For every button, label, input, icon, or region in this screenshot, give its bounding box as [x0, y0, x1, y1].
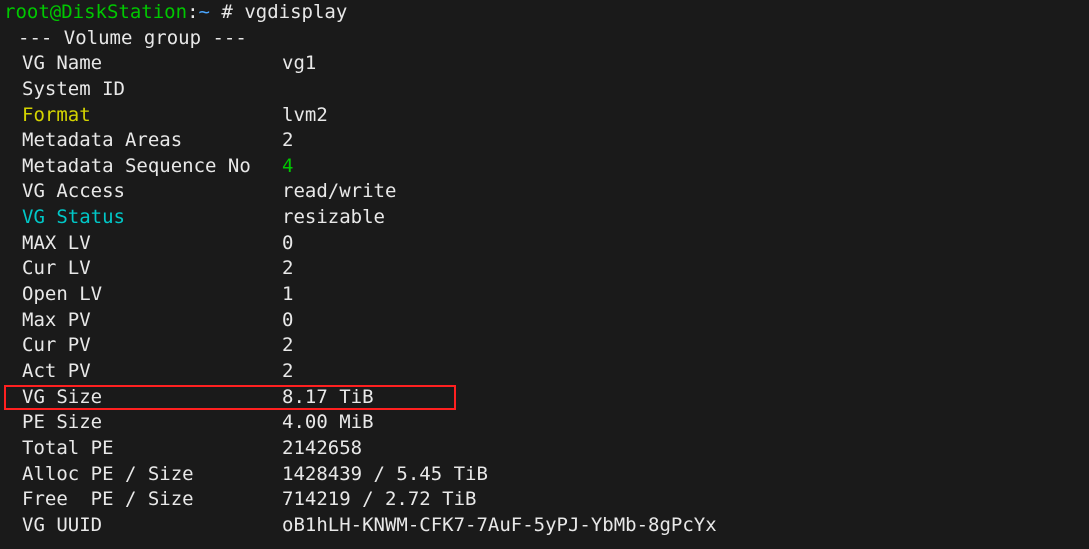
prompt-at: @ [50, 1, 61, 23]
row-value: 8.17 TiB [282, 386, 374, 408]
prompt-hash: # [221, 1, 232, 23]
row-label: Act PV [4, 359, 282, 385]
output-row: VG Statusresizable [0, 205, 1089, 231]
output-row: Max PV0 [0, 308, 1089, 334]
row-label: VG Name [4, 51, 282, 77]
row-label: System ID [4, 77, 282, 103]
row-value: 4.00 MiB [282, 411, 374, 433]
row-value: 0 [282, 232, 293, 254]
row-label: Format [4, 103, 282, 129]
output-row: Open LV1 [0, 282, 1089, 308]
row-value: 714219 / 2.72 TiB [282, 488, 476, 510]
output-row: MAX LV0 [0, 231, 1089, 257]
output-row: System ID [0, 77, 1089, 103]
row-label: Cur PV [4, 333, 282, 359]
output-row: VG Namevg1 [0, 51, 1089, 77]
output-row: Act PV2 [0, 359, 1089, 385]
row-label: Cur LV [4, 256, 282, 282]
row-label: Total PE [4, 436, 282, 462]
row-label: PE Size [4, 410, 282, 436]
row-value: vg1 [282, 52, 316, 74]
row-label: VG Status [4, 205, 282, 231]
output-row: Alloc PE / Size1428439 / 5.45 TiB [0, 462, 1089, 488]
row-label: Metadata Sequence No [4, 154, 282, 180]
prompt-symbol [210, 1, 221, 23]
command-text: vgdisplay [244, 1, 347, 23]
row-value: 1428439 / 5.45 TiB [282, 463, 488, 485]
output-row: Metadata Areas2 [0, 128, 1089, 154]
row-value: 1 [282, 283, 293, 305]
output-row: Metadata Sequence No4 [0, 154, 1089, 180]
output-row: PE Size4.00 MiB [0, 410, 1089, 436]
row-label: Open LV [4, 282, 282, 308]
prompt-host: DiskStation [61, 1, 187, 23]
output-row: VG UUIDoB1hLH-KNWM-CFK7-7AuF-5yPJ-YbMb-8… [0, 513, 1089, 539]
row-value: resizable [282, 206, 385, 228]
prompt-line: root@DiskStation:~ # vgdisplay [0, 0, 1089, 26]
output-row: Cur LV2 [0, 256, 1089, 282]
row-label: Alloc PE / Size [4, 462, 282, 488]
prompt-path: ~ [199, 1, 210, 23]
row-label: Max PV [4, 308, 282, 334]
row-label: MAX LV [4, 231, 282, 257]
row-value: lvm2 [282, 104, 328, 126]
row-value: 4 [282, 155, 293, 177]
output-row: Free PE / Size714219 / 2.72 TiB [0, 487, 1089, 513]
row-value: 2 [282, 257, 293, 279]
output-row: Total PE2142658 [0, 436, 1089, 462]
output-row: Formatlvm2 [0, 103, 1089, 129]
row-value: 0 [282, 309, 293, 331]
row-label: Free PE / Size [4, 487, 282, 513]
prompt-space [233, 1, 244, 23]
row-label: VG Size [4, 385, 282, 411]
output-row: VG Size8.17 TiB [0, 385, 1089, 411]
row-label: VG UUID [4, 513, 282, 539]
row-value: 2 [282, 334, 293, 356]
prompt-colon: : [187, 1, 198, 23]
row-label: Metadata Areas [4, 128, 282, 154]
terminal-output[interactable]: root@DiskStation:~ # vgdisplay --- Volum… [0, 0, 1089, 538]
header-line: --- Volume group --- [0, 26, 1089, 52]
row-value: 2 [282, 360, 293, 382]
output-row: VG Accessread/write [0, 179, 1089, 205]
row-value: read/write [282, 180, 396, 202]
output-row: Cur PV2 [0, 333, 1089, 359]
row-value: 2142658 [282, 437, 362, 459]
row-value: 2 [282, 129, 293, 151]
row-label: VG Access [4, 179, 282, 205]
row-value: oB1hLH-KNWM-CFK7-7AuF-5yPJ-YbMb-8gPcYx [282, 514, 717, 536]
prompt-user: root [4, 1, 50, 23]
